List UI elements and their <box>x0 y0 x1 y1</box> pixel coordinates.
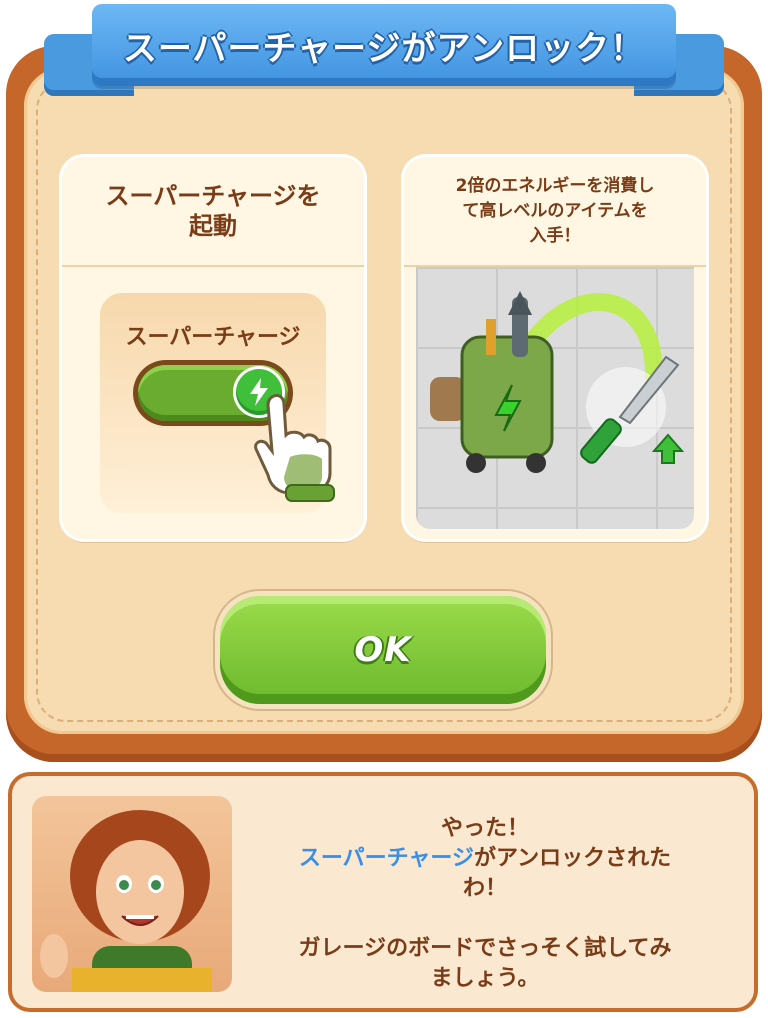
title-ribbon: スーパーチャージがアンロック！ <box>92 4 676 86</box>
card-header: スーパーチャージを 起動 <box>62 157 364 267</box>
dialogue-line: ましょう。 <box>430 966 540 991</box>
dialogue-line: わ！ <box>462 876 507 901</box>
dialogue-box: やった！ スーパーチャージがアンロックされた わ！ ガレージのボードでさっそく試… <box>12 776 754 1008</box>
card-left-title: スーパーチャージを 起動 <box>105 182 321 240</box>
board-illustration <box>416 267 694 529</box>
dialogue-line: スーパーチャージがアンロックされた <box>250 844 720 874</box>
card-right-title: 2倍のエネルギーを消費し て高レベルのアイテムを 入手！ <box>455 175 655 246</box>
merge-arc <box>527 293 664 386</box>
merge-illustration <box>430 291 685 473</box>
dialogue-text: やった！ スーパーチャージがアンロックされた わ！ ガレージのボードでさっそく試… <box>250 814 720 994</box>
dialogue-line: やった！ <box>440 816 529 841</box>
pointing-hand-icon <box>254 393 335 502</box>
character-portrait <box>32 796 232 992</box>
card-double-energy: 2倍のエネルギーを消費し て高レベルのアイテムを 入手！ <box>404 157 706 539</box>
dialogue-line-rest: がアンロックされた <box>474 846 672 871</box>
popup-title: スーパーチャージがアンロック！ <box>122 28 646 69</box>
highlighted-term: スーパーチャージ <box>298 846 474 871</box>
ok-button[interactable]: OK <box>220 596 546 704</box>
level-up-arrow-icon <box>651 433 685 464</box>
character-avatar <box>40 810 212 992</box>
toggle-illustration: スーパーチャージ <box>100 293 335 513</box>
tool-cart-icon <box>430 291 554 473</box>
card-activate-supercharge: スーパーチャージを 起動 スーパーチャージ <box>62 157 364 539</box>
dialogue-line: ガレージのボードでさっそく試してみ <box>298 936 672 961</box>
toggle-label: スーパーチャージ <box>125 325 301 350</box>
card-header: 2倍のエネルギーを消費し て高レベルのアイテムを 入手！ <box>404 157 706 267</box>
ok-button-label: OK <box>354 630 412 670</box>
